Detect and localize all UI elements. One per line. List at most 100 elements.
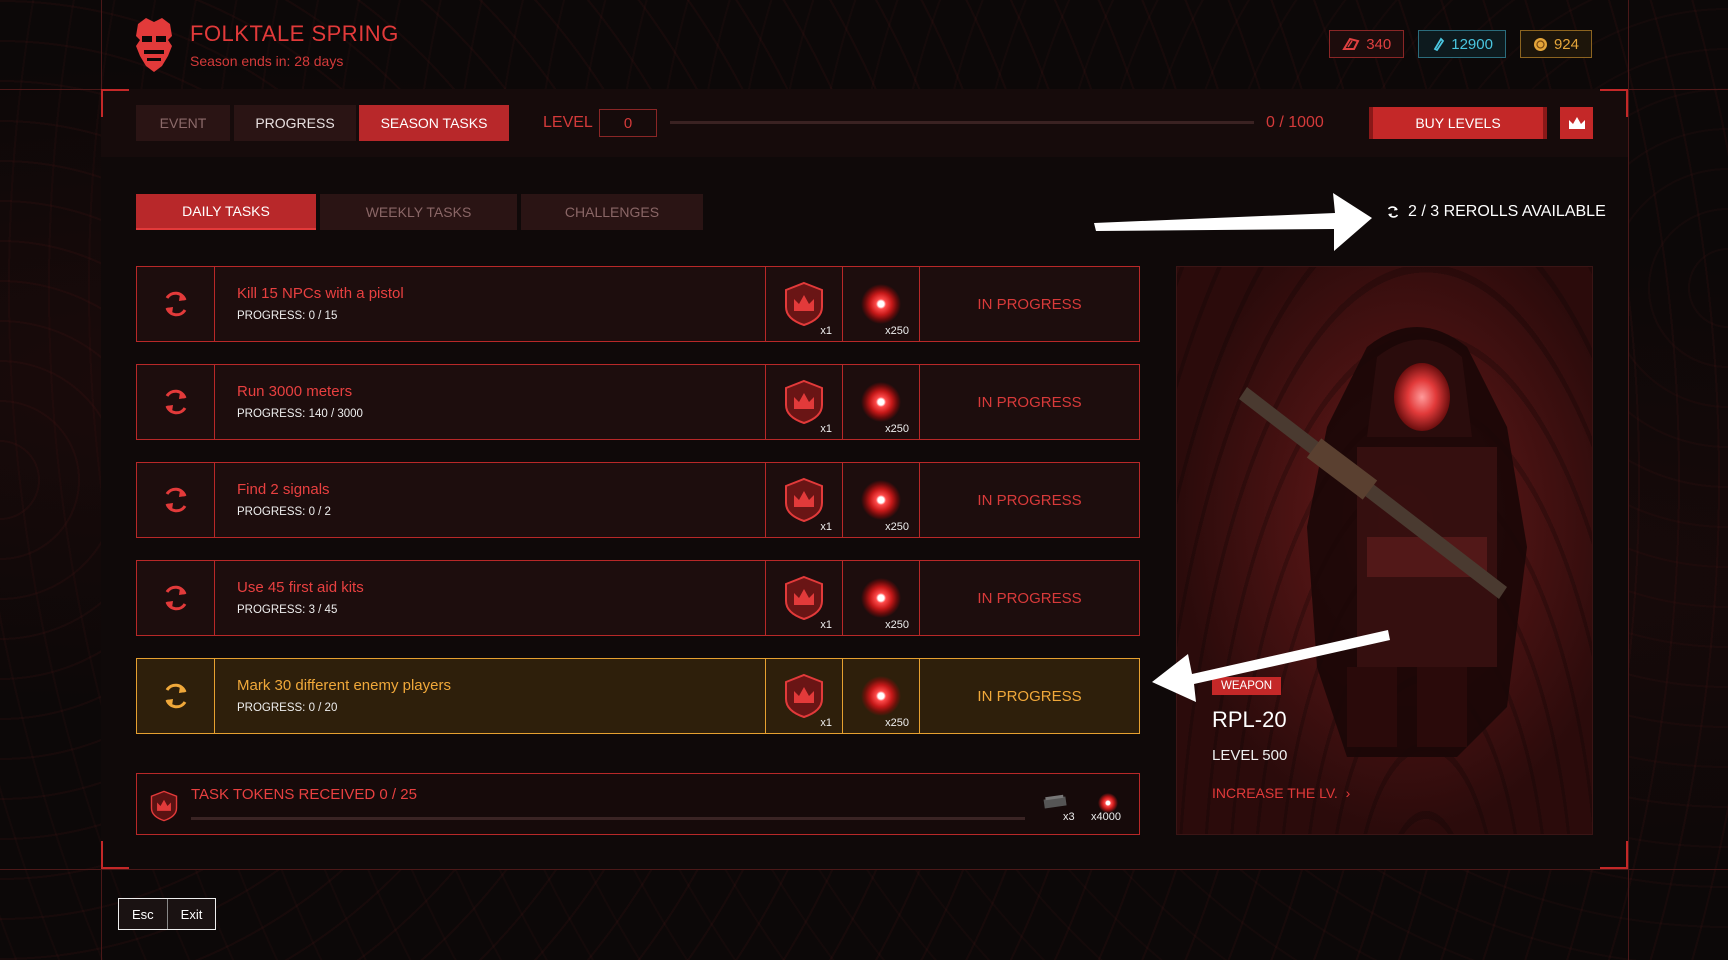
task-reroll-button[interactable]: [137, 365, 215, 439]
crown-shield-icon: [150, 790, 178, 822]
task-progress: PROGRESS: 140 / 3000: [237, 408, 363, 420]
task-status: IN PROGRESS: [919, 463, 1139, 537]
currency-gold-coins[interactable]: 924: [1519, 30, 1592, 58]
premium-crown-button[interactable]: [1560, 107, 1593, 139]
task-progress: PROGRESS: 0 / 15: [237, 310, 338, 322]
task-status: IN PROGRESS: [919, 267, 1139, 341]
task-info: Find 2 signals PROGRESS: 0 / 2: [215, 463, 765, 537]
task-orb-reward: x250: [842, 463, 919, 537]
corner-tl: [101, 89, 129, 117]
tokens-progress-bar: [191, 817, 1025, 820]
weapon-name: RPL-20: [1212, 707, 1287, 732]
token-qty: x1: [820, 521, 832, 533]
corner-tr: [1600, 89, 1628, 117]
red-token-icon: [1342, 37, 1360, 50]
level-value: 0: [599, 109, 657, 137]
buy-levels-button[interactable]: BUY LEVELS: [1369, 107, 1547, 139]
currency-red-tokens[interactable]: 340: [1329, 30, 1405, 58]
currency-gold-value: 924: [1553, 35, 1579, 53]
task-row[interactable]: Use 45 first aid kits PROGRESS: 3 / 45 x…: [136, 560, 1140, 636]
weapon-tag: WEAPON: [1212, 677, 1282, 695]
reroll-icon: [165, 683, 186, 709]
tab-event[interactable]: EVENT: [136, 105, 230, 141]
red-orb-icon: [861, 676, 901, 716]
tab-weekly-tasks[interactable]: WEEKLY TASKS: [320, 194, 517, 230]
token-qty: x1: [820, 423, 832, 435]
task-orb-reward: x250: [842, 365, 919, 439]
tab-challenges[interactable]: CHALLENGES: [521, 194, 703, 230]
task-name: Mark 30 different enemy players: [237, 677, 451, 694]
crown-shield-icon: [785, 477, 823, 523]
task-orb-reward: x250: [842, 267, 919, 341]
task-status: IN PROGRESS: [919, 561, 1139, 635]
task-row[interactable]: Kill 15 NPCs with a pistol PROGRESS: 0 /…: [136, 266, 1140, 342]
task-name: Run 3000 meters: [237, 383, 353, 400]
increase-level-link[interactable]: INCREASE THE LV. ›: [1212, 785, 1350, 801]
season-mask-icon: [136, 18, 172, 72]
reroll-icon: [165, 487, 186, 513]
task-name: Find 2 signals: [237, 481, 330, 498]
currency-cyan-value: 12900: [1451, 35, 1493, 53]
token-qty: x1: [820, 619, 832, 631]
reroll-icon: [165, 291, 186, 317]
gold-coin-icon: [1533, 37, 1547, 51]
task-reroll-button[interactable]: [137, 267, 215, 341]
chevron-right-icon: ›: [1341, 785, 1351, 801]
task-name: Kill 15 NPCs with a pistol: [237, 285, 404, 302]
corner-bl: [101, 841, 129, 869]
rerolls-available: 2 / 3 REROLLS AVAILABLE: [1386, 203, 1606, 221]
token-qty: x1: [820, 325, 832, 337]
tab-season-tasks[interactable]: SEASON TASKS: [359, 105, 509, 141]
task-info: Use 45 first aid kits PROGRESS: 3 / 45: [215, 561, 765, 635]
refresh-icon: [1387, 206, 1399, 218]
cyan-gem-icon: [1433, 37, 1445, 51]
ammo-box-icon: [1043, 794, 1067, 809]
red-orb-icon: [861, 284, 901, 324]
crown-shield-icon: [785, 379, 823, 425]
crown-shield-icon: [785, 281, 823, 327]
crown-icon: [1568, 117, 1585, 129]
red-orb-icon: [861, 578, 901, 618]
currency-bar: 340 12900 924: [1329, 30, 1592, 58]
reroll-icon: [165, 389, 186, 415]
rerolls-text: 2 / 3 REROLLS AVAILABLE: [1408, 203, 1606, 220]
increase-level-label: INCREASE THE LV.: [1212, 785, 1338, 801]
orb-qty: x250: [885, 619, 909, 631]
esc-key[interactable]: Esc: [119, 899, 168, 929]
red-orb-icon: [861, 382, 901, 422]
weapon-card[interactable]: WEAPON RPL-20 LEVEL 500 INCREASE THE LV.…: [1176, 266, 1593, 835]
task-orb-reward: x250: [842, 659, 919, 733]
season-header: FOLKTALE SPRING Season ends in: 28 days: [132, 16, 399, 74]
task-row[interactable]: Find 2 signals PROGRESS: 0 / 2 x1 x250 I…: [136, 462, 1140, 538]
task-token-reward: x1: [765, 561, 842, 635]
task-name: Use 45 first aid kits: [237, 579, 364, 596]
exit-label[interactable]: Exit: [167, 899, 216, 929]
task-token-reward: x1: [765, 659, 842, 733]
season-end-text: Season ends in: 28 days: [190, 53, 344, 69]
task-reroll-button[interactable]: [137, 659, 215, 733]
red-orb-icon: [861, 480, 901, 520]
crown-shield-icon: [785, 673, 823, 719]
tokens-label: TASK TOKENS RECEIVED 0 / 25: [191, 786, 417, 803]
task-orb-reward: x250: [842, 561, 919, 635]
exit-control[interactable]: Esc Exit: [118, 898, 217, 930]
tab-progress[interactable]: PROGRESS: [234, 105, 356, 141]
task-row[interactable]: Run 3000 meters PROGRESS: 140 / 3000 x1 …: [136, 364, 1140, 440]
task-reroll-button[interactable]: [137, 561, 215, 635]
reward1-qty: x3: [1063, 811, 1075, 823]
corner-br: [1600, 841, 1628, 869]
reward2-qty: x4000: [1091, 811, 1121, 823]
currency-cyan-gems[interactable]: 12900: [1418, 30, 1506, 58]
orb-qty: x250: [885, 521, 909, 533]
task-status: IN PROGRESS: [919, 365, 1139, 439]
token-qty: x1: [820, 717, 832, 729]
tab-daily-tasks[interactable]: DAILY TASKS: [136, 194, 316, 230]
task-reroll-button[interactable]: [137, 463, 215, 537]
orb-qty: x250: [885, 325, 909, 337]
task-token-reward: x1: [765, 267, 842, 341]
level-label: LEVEL: [543, 114, 593, 131]
orb-qty: x250: [885, 717, 909, 729]
task-token-reward: x1: [765, 463, 842, 537]
crown-shield-icon: [785, 575, 823, 621]
task-row[interactable]: Mark 30 different enemy players PROGRESS…: [136, 658, 1140, 734]
